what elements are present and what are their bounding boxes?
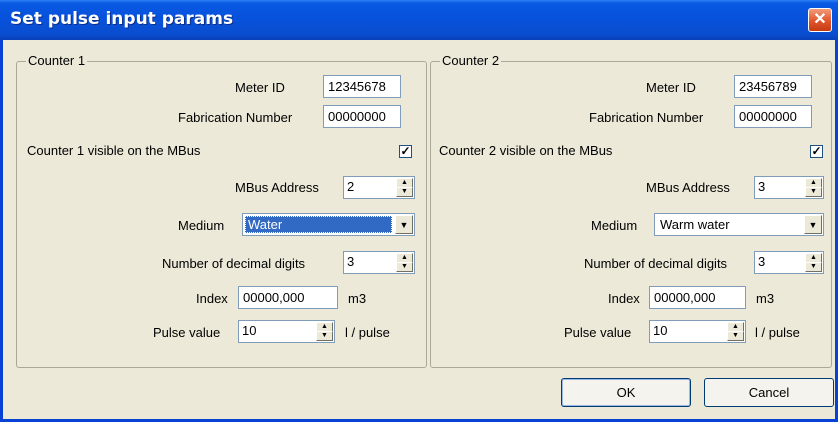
mbus-address-value-2: 3	[758, 179, 766, 194]
pulse-unit-2: l / pulse	[755, 325, 800, 340]
spin-down-icon[interactable]: ▼	[805, 262, 822, 272]
fabrication-number-label-1: Fabrication Number	[178, 110, 293, 125]
mbus-address-label-1: MBus Address	[235, 180, 319, 195]
dropdown-arrow-icon[interactable]: ▼	[395, 215, 413, 234]
pulse-value-spinner-1[interactable]: 10 ▲ ▼	[238, 320, 335, 343]
decimal-digits-label-2: Number of decimal digits	[584, 256, 728, 271]
pulse-value-value-1: 10	[242, 323, 257, 338]
decimal-digits-value-1: 3	[347, 254, 355, 269]
fabrication-number-label-2: Fabrication Number	[589, 110, 704, 125]
visible-checkbox-2[interactable]: ✓	[810, 145, 823, 158]
index-unit-2: m3	[756, 291, 775, 306]
counter-1-legend: Counter 1	[26, 53, 88, 68]
spin-down-icon[interactable]: ▼	[316, 331, 333, 341]
index-label-1: Index	[196, 291, 228, 306]
dropdown-arrow-icon[interactable]: ▼	[804, 215, 822, 234]
ok-button[interactable]: OK	[561, 378, 691, 407]
fabrication-number-input-2[interactable]	[734, 105, 812, 128]
close-icon: ✕	[813, 11, 827, 28]
visible-label-2: Counter 2 visible on the MBus	[439, 143, 613, 158]
meter-id-input-1[interactable]	[323, 75, 401, 98]
decimal-digits-spinner-2[interactable]: 3 ▲ ▼	[754, 251, 824, 274]
mbus-address-label-2: MBus Address	[646, 180, 730, 195]
spin-down-icon[interactable]: ▼	[727, 331, 744, 341]
index-unit-1: m3	[348, 291, 367, 306]
medium-value-1: Water	[245, 216, 392, 233]
medium-value-2: Warm water	[660, 217, 730, 232]
visible-checkbox-1[interactable]: ✓	[399, 145, 412, 158]
pulse-value-value-2: 10	[653, 323, 668, 338]
medium-label-1: Medium	[178, 218, 225, 233]
index-input-1[interactable]	[238, 286, 338, 309]
counter-2-legend: Counter 2	[440, 53, 502, 68]
medium-select-1[interactable]: Water ▼	[242, 213, 415, 236]
pulse-unit-1: l / pulse	[345, 325, 390, 340]
index-input-2[interactable]	[649, 286, 746, 309]
spin-down-icon[interactable]: ▼	[396, 187, 413, 197]
spin-down-icon[interactable]: ▼	[805, 187, 822, 197]
mbus-address-spinner-2[interactable]: 3 ▲ ▼	[754, 176, 824, 199]
decimal-digits-spinner-1[interactable]: 3 ▲ ▼	[343, 251, 415, 274]
mbus-address-spinner-1[interactable]: 2 ▲ ▼	[343, 176, 415, 199]
check-icon: ✓	[811, 144, 822, 158]
check-icon: ✓	[400, 144, 411, 158]
index-label-2: Index	[608, 291, 640, 306]
pulse-value-label-2: Pulse value	[564, 325, 632, 340]
medium-select-2[interactable]: Warm water ▼	[654, 213, 824, 236]
cancel-button[interactable]: Cancel	[704, 378, 834, 407]
decimal-digits-label-1: Number of decimal digits	[162, 256, 306, 271]
visible-label-1: Counter 1 visible on the MBus	[27, 143, 201, 158]
title-bar[interactable]: Set pulse input params ✕	[0, 0, 838, 40]
dialog-window: Set pulse input params ✕ Counter 1 Meter…	[0, 0, 838, 422]
meter-id-label-1: Meter ID	[235, 80, 285, 95]
decimal-digits-value-2: 3	[758, 254, 766, 269]
close-button[interactable]: ✕	[808, 8, 832, 32]
mbus-address-value-1: 2	[347, 179, 355, 194]
pulse-value-spinner-2[interactable]: 10 ▲ ▼	[649, 320, 746, 343]
spin-down-icon[interactable]: ▼	[396, 262, 413, 272]
medium-label-2: Medium	[591, 218, 638, 233]
pulse-value-label-1: Pulse value	[153, 325, 221, 340]
meter-id-label-2: Meter ID	[646, 80, 696, 95]
window-title: Set pulse input params	[10, 9, 234, 29]
fabrication-number-input-1[interactable]	[323, 105, 401, 128]
meter-id-input-2[interactable]	[734, 75, 812, 98]
